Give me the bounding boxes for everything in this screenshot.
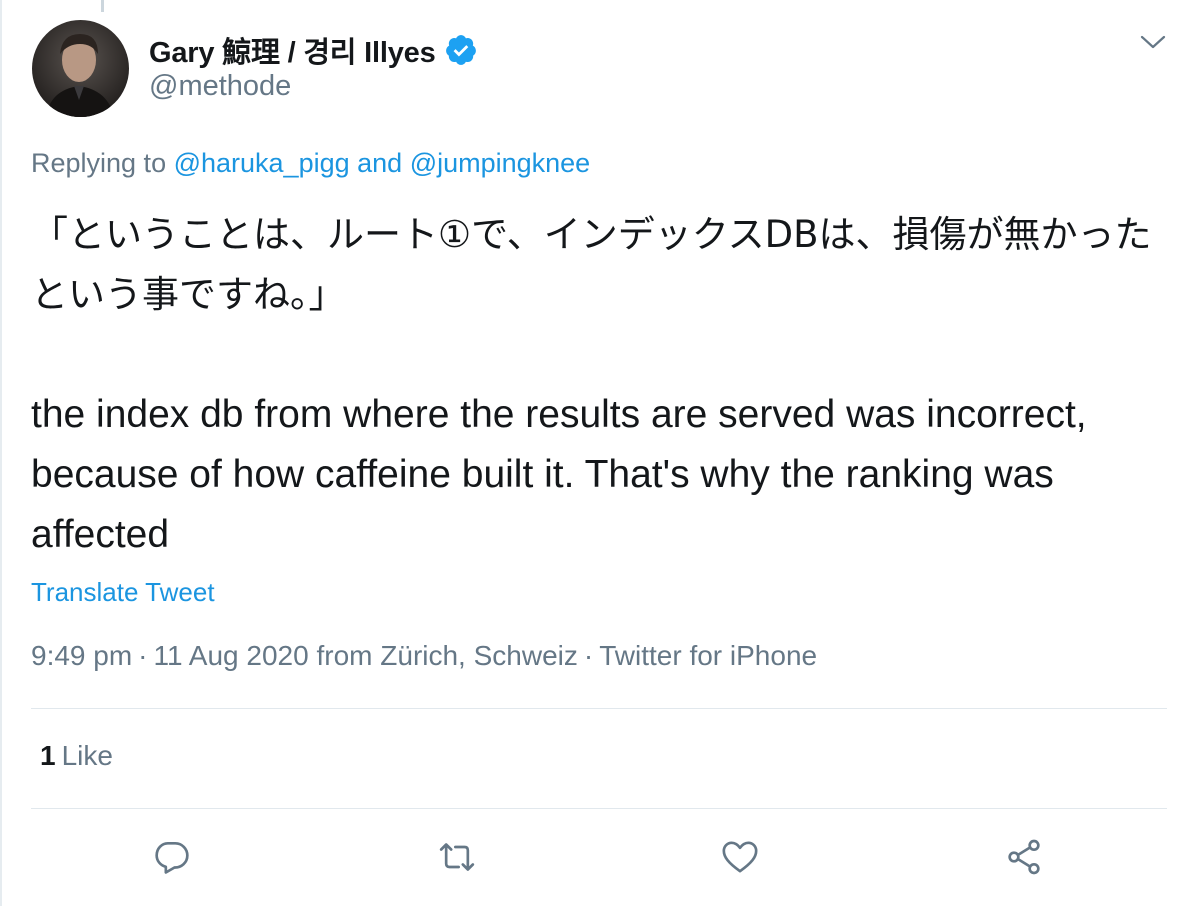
reply-button[interactable] bbox=[151, 838, 193, 880]
meta-separator: · bbox=[583, 640, 594, 671]
tweet-location[interactable]: from Zürich, Schweiz bbox=[316, 640, 577, 671]
retweet-icon bbox=[437, 837, 477, 882]
author-display-name[interactable]: Gary 鯨理 / 경리 Illyes bbox=[149, 29, 436, 71]
verified-badge-icon bbox=[444, 33, 478, 67]
author-handle[interactable]: @methode bbox=[149, 70, 291, 103]
tweet-time[interactable]: 9:49 pm bbox=[31, 640, 132, 671]
chevron-down-icon[interactable] bbox=[1140, 32, 1166, 52]
tweet-text-reply: the index db from where the results are … bbox=[31, 393, 1098, 556]
tweet-text: 「ということは、ルート①で、インデックスDBは、損傷が無かったという事ですね。」… bbox=[31, 205, 1171, 565]
timeline-border bbox=[0, 0, 2, 906]
avatar[interactable] bbox=[32, 20, 129, 117]
reply-user-link[interactable]: @jumpingknee bbox=[410, 148, 591, 178]
translate-tweet-link[interactable]: Translate Tweet bbox=[31, 577, 215, 608]
divider bbox=[31, 808, 1167, 809]
tweet-source[interactable]: Twitter for iPhone bbox=[599, 640, 817, 671]
tweet-meta: 9:49 pm · 11 Aug 2020 from Zürich, Schweiz… bbox=[31, 640, 817, 672]
retweet-button[interactable] bbox=[436, 838, 478, 880]
likes-count: 1 bbox=[40, 740, 56, 771]
reply-conjunction[interactable]: and bbox=[350, 148, 410, 178]
likes-label: Like bbox=[61, 740, 113, 771]
reply-user-link[interactable]: @haruka_pigg bbox=[174, 148, 350, 178]
replying-prefix: Replying to bbox=[31, 148, 174, 178]
replying-to: Replying to @haruka_pigg and @jumpingkne… bbox=[31, 148, 590, 179]
likes-stat[interactable]: 1 Like bbox=[40, 740, 113, 772]
share-icon bbox=[1004, 837, 1044, 882]
like-button[interactable] bbox=[719, 838, 761, 880]
tweet-text-quote: 「ということは、ルート①で、インデックスDBは、損傷が無かったという事ですね。」 bbox=[31, 213, 1152, 316]
reply-icon bbox=[152, 837, 192, 882]
divider bbox=[31, 708, 1167, 709]
heart-icon bbox=[720, 837, 760, 882]
meta-separator: · bbox=[138, 640, 148, 671]
author-name-row[interactable]: Gary 鯨理 / 경리 Illyes bbox=[149, 28, 478, 72]
tweet-date[interactable]: 11 Aug 2020 bbox=[154, 640, 309, 671]
thread-connector bbox=[101, 0, 104, 12]
share-button[interactable] bbox=[1003, 838, 1045, 880]
